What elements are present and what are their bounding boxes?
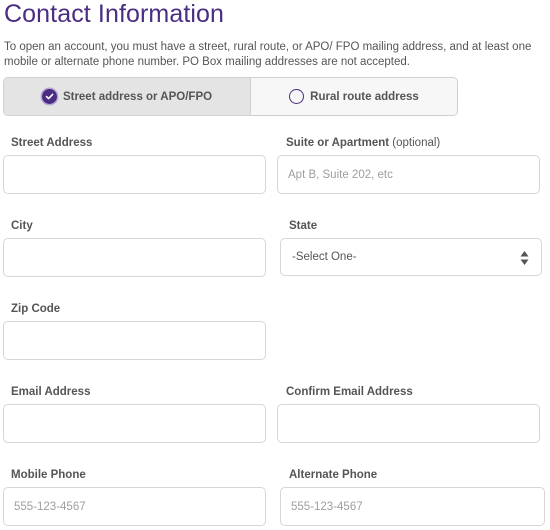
state-selected-value: -Select One-	[292, 251, 357, 263]
state-select[interactable]: -Select One-	[280, 238, 542, 276]
email-input[interactable]	[3, 404, 266, 443]
confirm-email-label: Confirm Email Address	[286, 386, 413, 398]
address-type-toggle: Street address or APO/FPO Rural route ad…	[3, 77, 458, 116]
suite-input[interactable]	[277, 155, 540, 194]
radio-checked-icon	[41, 89, 57, 104]
suite-label: Suite or Apartment (optional)	[286, 137, 440, 149]
city-label: City	[11, 220, 33, 232]
mobile-phone-input[interactable]	[3, 487, 266, 526]
city-input[interactable]	[3, 238, 266, 277]
state-label: State	[289, 220, 318, 232]
zip-code-input[interactable]	[3, 321, 266, 360]
street-address-label: Street Address	[11, 137, 93, 149]
suite-label-text: Suite or Apartment	[286, 137, 390, 149]
mobile-phone-label: Mobile Phone	[11, 469, 86, 481]
alternate-phone-input[interactable]	[280, 487, 545, 526]
street-address-input[interactable]	[3, 155, 266, 194]
address-type-street-label: Street address or APO/FPO	[62, 90, 213, 103]
intro-text: To open an account, you must have a stre…	[4, 41, 532, 68]
confirm-email-input[interactable]	[277, 404, 540, 443]
address-type-street-option[interactable]: Street address or APO/FPO	[4, 78, 251, 115]
page-title: Contact Information	[4, 0, 225, 28]
email-label: Email Address	[11, 386, 91, 398]
alternate-phone-label: Alternate Phone	[289, 469, 378, 481]
address-type-rural-label: Rural route address	[310, 90, 419, 103]
zip-code-label: Zip Code	[11, 303, 61, 315]
radio-unchecked-icon	[289, 89, 305, 104]
address-type-rural-option[interactable]: Rural route address	[251, 78, 457, 115]
select-arrows-icon	[520, 250, 529, 266]
suite-optional-text: (optional)	[392, 137, 441, 149]
